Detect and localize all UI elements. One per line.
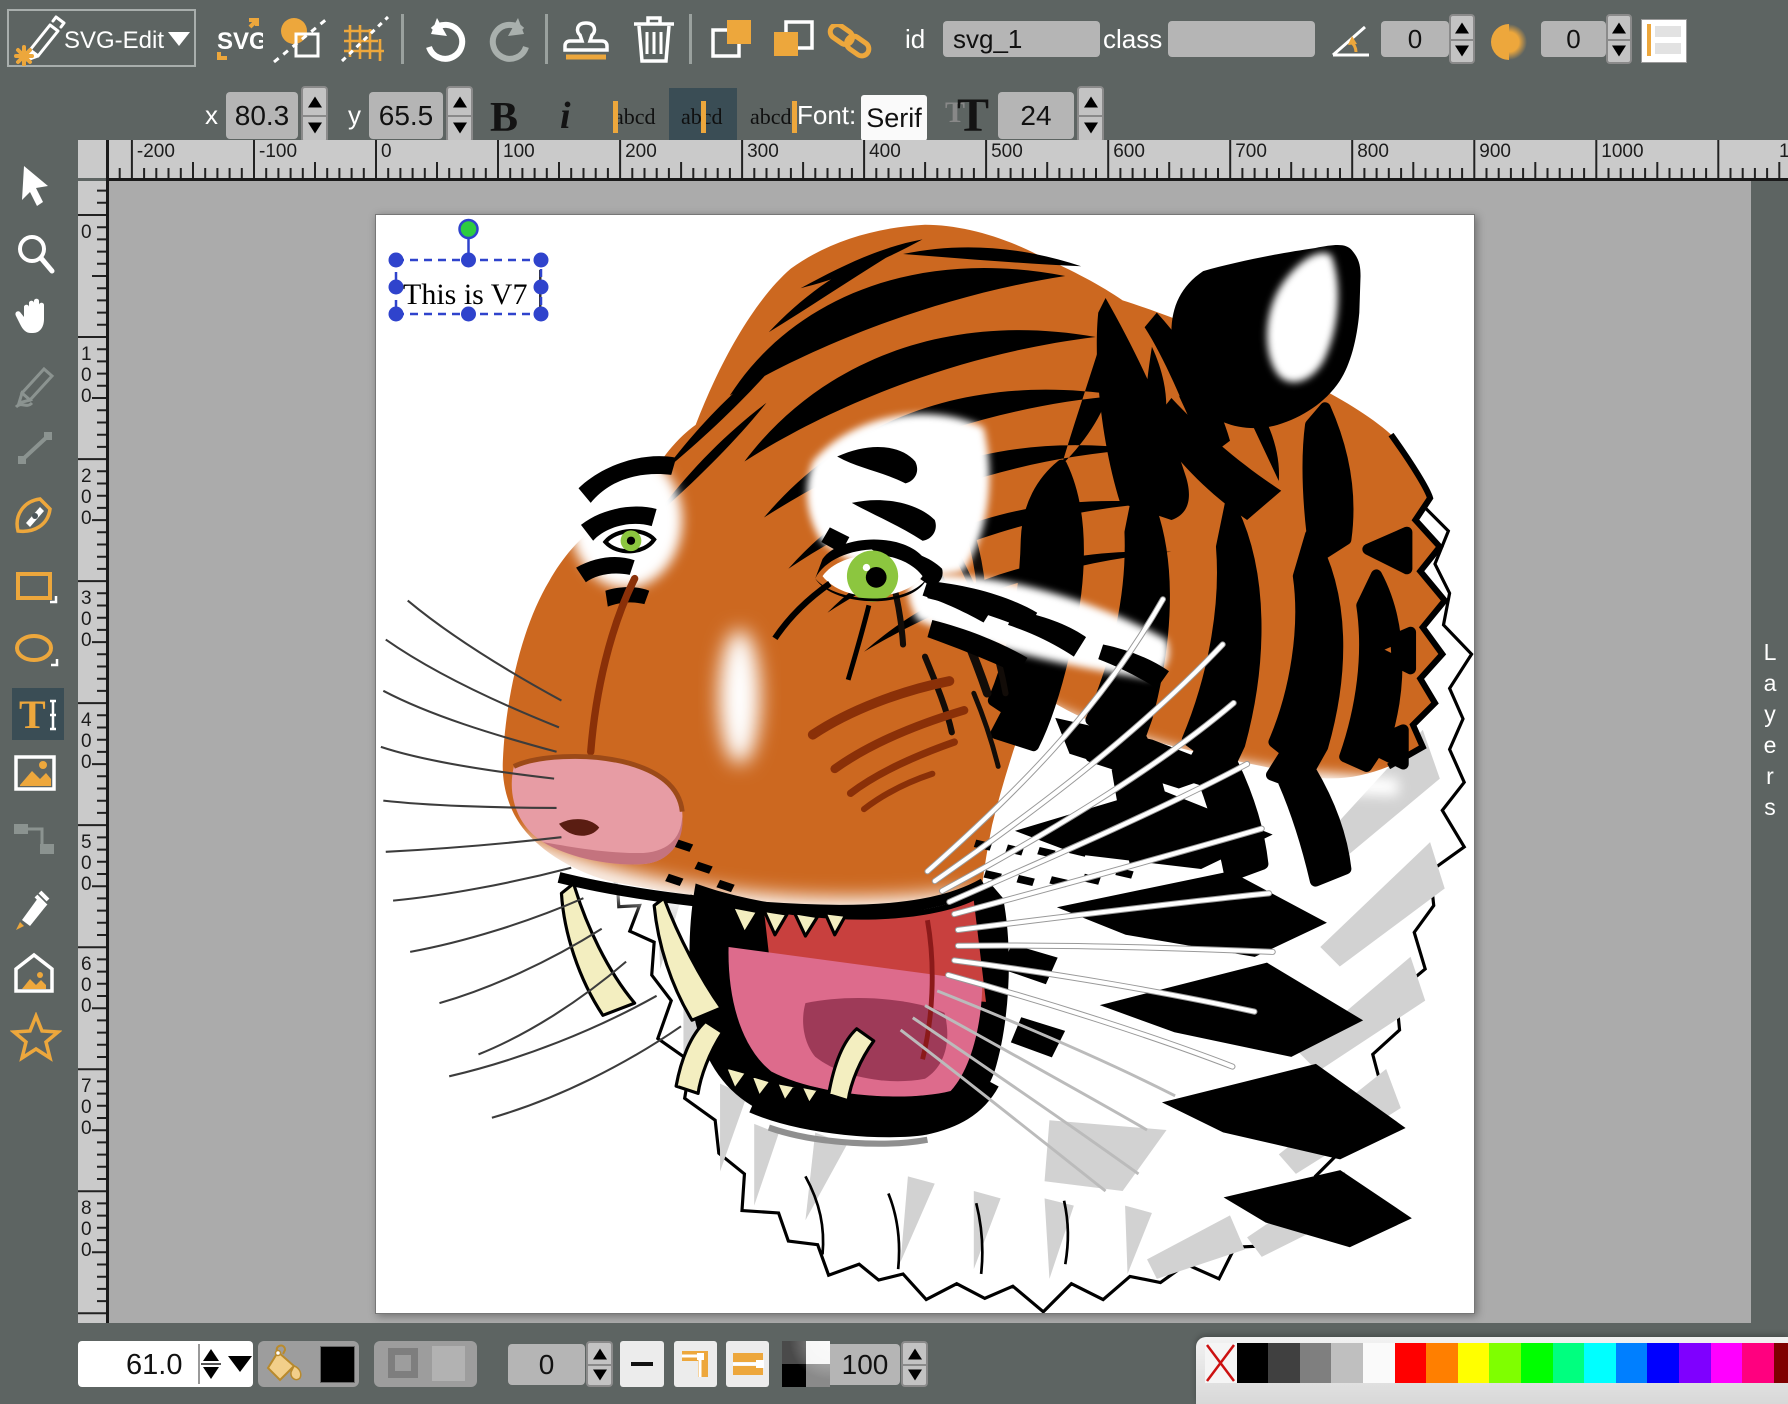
svg-text:0: 0 (81, 975, 92, 996)
svg-text:800: 800 (1357, 141, 1389, 162)
svg-text:This is V7: This is V7 (403, 278, 527, 311)
svg-text:100: 100 (503, 141, 535, 162)
svg-text:0: 0 (81, 630, 92, 651)
svg-text:0: 0 (81, 874, 92, 895)
svg-text:3: 3 (81, 588, 92, 609)
svg-text:0: 0 (81, 996, 92, 1017)
svg-text:0: 0 (81, 222, 92, 243)
svg-text:0: 0 (81, 487, 92, 508)
svg-text:0: 0 (381, 141, 392, 162)
svg-text:-100: -100 (259, 141, 297, 162)
svg-text:0: 0 (81, 1219, 92, 1240)
svg-text:T: T (19, 692, 46, 737)
svg-text:0: 0 (81, 853, 92, 874)
svg-text:600: 600 (1113, 141, 1145, 162)
svg-text:0: 0 (81, 365, 92, 386)
svg-text:200: 200 (625, 141, 657, 162)
svg-text:5: 5 (81, 832, 92, 853)
svg-text:900: 900 (1479, 141, 1511, 162)
svg-text:0: 0 (81, 386, 92, 407)
svg-text:1000: 1000 (1601, 141, 1643, 162)
svg-text:500: 500 (991, 141, 1023, 162)
svg-text:SVG: SVG (217, 28, 263, 55)
svg-text:0: 0 (81, 731, 92, 752)
svg-text:300: 300 (747, 141, 779, 162)
svg-text:0: 0 (81, 1240, 92, 1261)
svg-text:1100: 1100 (1779, 141, 1788, 162)
svg-text:-200: -200 (137, 141, 175, 162)
svg-text:4: 4 (81, 710, 92, 731)
svg-text:1: 1 (81, 344, 92, 365)
svg-text:7: 7 (81, 1076, 92, 1097)
svg-text:2: 2 (81, 466, 92, 487)
svg-text:700: 700 (1235, 141, 1267, 162)
svg-text:0: 0 (81, 1097, 92, 1118)
svg-text:0: 0 (81, 1118, 92, 1139)
svg-text:0: 0 (81, 609, 92, 630)
svg-text:0: 0 (81, 508, 92, 529)
svg-text:0: 0 (81, 752, 92, 773)
svg-text:400: 400 (869, 141, 901, 162)
svg-text:8: 8 (81, 1198, 92, 1219)
svg-text:6: 6 (81, 954, 92, 975)
